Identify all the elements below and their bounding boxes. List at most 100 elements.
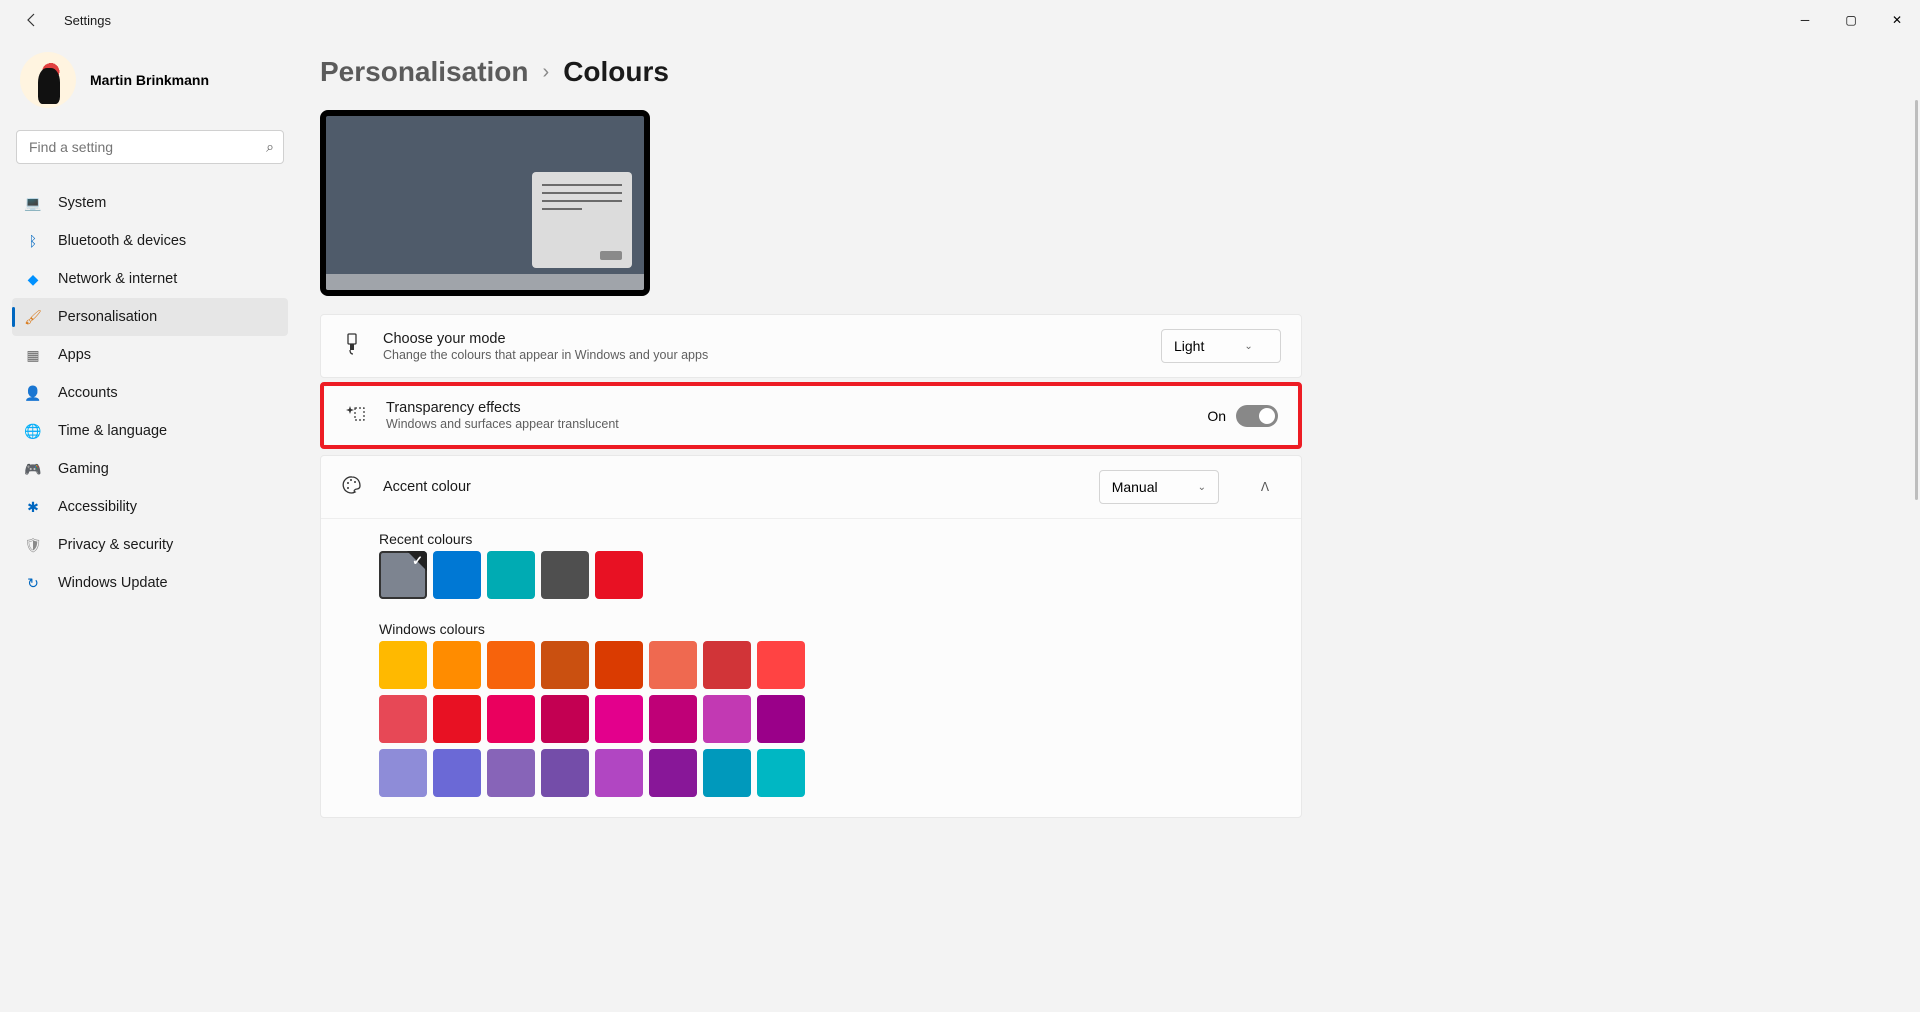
minimize-button[interactable]: ─ (1782, 4, 1828, 36)
windows-swatch[interactable] (757, 749, 805, 797)
sidebar-item-accessibility[interactable]: ✱ Accessibility (12, 488, 288, 526)
breadcrumb-parent[interactable]: Personalisation (320, 56, 529, 88)
windows-swatch[interactable] (487, 695, 535, 743)
nav-label: Gaming (58, 461, 109, 477)
sidebar-item-system[interactable]: 💻 System (12, 184, 288, 222)
close-button[interactable]: ✕ (1874, 4, 1920, 36)
windows-swatch[interactable] (595, 695, 643, 743)
transparency-toggle[interactable] (1236, 405, 1278, 427)
nav-icon: 👤 (24, 384, 42, 402)
search-box[interactable]: ⌕ (16, 130, 284, 164)
username: Martin Brinkmann (90, 72, 209, 88)
nav-icon: ᛒ (24, 232, 42, 250)
collapse-button[interactable]: ᐱ (1249, 471, 1281, 503)
windows-swatch[interactable] (541, 695, 589, 743)
nav-icon: 🛡 (24, 536, 42, 554)
windows-swatch[interactable] (703, 641, 751, 689)
sidebar-item-network-internet[interactable]: ◆ Network & internet (12, 260, 288, 298)
windows-swatch[interactable] (379, 641, 427, 689)
nav-icon: ✱ (24, 498, 42, 516)
mode-title: Choose your mode (383, 331, 1141, 347)
sidebar-item-privacy-security[interactable]: 🛡 Privacy & security (12, 526, 288, 564)
sidebar-item-windows-update[interactable]: ↻Windows Update (12, 564, 288, 602)
sidebar: Martin Brinkmann ⌕ 💻 System ᛒBluetooth & d… (0, 40, 300, 1012)
windows-swatch[interactable] (487, 749, 535, 797)
sidebar-item-personalisation[interactable]: 🖌 Personalisation (12, 298, 288, 336)
accent-title: Accent colour (383, 479, 1079, 495)
page-title: Colours (563, 56, 669, 88)
windows-swatch[interactable] (703, 695, 751, 743)
mode-select[interactable]: Light ⌄ (1161, 329, 1281, 363)
recent-swatch[interactable] (433, 551, 481, 599)
nav-icon: ◆ (24, 270, 42, 288)
nav-list: 💻 System ᛒBluetooth & devices ◆ Network & in… (12, 184, 288, 602)
sidebar-item-gaming[interactable]: 🎮 Gaming (12, 450, 288, 488)
mode-value: Light (1174, 338, 1204, 354)
windows-swatch[interactable] (541, 749, 589, 797)
desktop-preview (320, 110, 650, 296)
mode-desc: Change the colours that appear in Window… (383, 348, 1141, 362)
nav-label: Privacy & security (58, 537, 173, 553)
windows-swatch[interactable] (487, 641, 535, 689)
windows-colours-grid (379, 641, 857, 797)
chevron-down-icon: ⌄ (1244, 341, 1252, 352)
nav-icon: 🖌 (24, 308, 42, 326)
titlebar: Settings ─ ▢ ✕ (0, 0, 1920, 40)
recent-colours-row (379, 551, 857, 599)
window-title: Settings (64, 13, 111, 28)
maximize-button[interactable]: ▢ (1828, 4, 1874, 36)
palette-icon (341, 475, 363, 500)
nav-icon: 💻 (24, 194, 42, 212)
transparency-desc: Windows and surfaces appear translucent (386, 417, 1187, 431)
brush-icon (341, 333, 363, 360)
recent-colours-label: Recent colours (379, 531, 1243, 547)
transparency-title: Transparency effects (386, 400, 1187, 416)
windows-swatch[interactable] (703, 749, 751, 797)
windows-swatch[interactable] (757, 695, 805, 743)
nav-label: Time & language (58, 423, 167, 439)
nav-label: Network & internet (58, 271, 177, 287)
recent-swatch[interactable] (541, 551, 589, 599)
windows-swatch[interactable] (757, 641, 805, 689)
sparkle-icon (344, 403, 366, 428)
recent-swatch[interactable] (379, 551, 427, 599)
nav-label: Accessibility (58, 499, 137, 515)
nav-label: System (58, 195, 106, 211)
windows-swatch[interactable] (379, 749, 427, 797)
breadcrumb: Personalisation › Colours (320, 56, 1880, 88)
sidebar-item-apps[interactable]: ▦Apps (12, 336, 288, 374)
nav-icon: 🌐 (24, 422, 42, 440)
accent-value: Manual (1112, 479, 1158, 495)
recent-swatch[interactable] (487, 551, 535, 599)
sidebar-item-accounts[interactable]: 👤 Accounts (12, 374, 288, 412)
recent-swatch[interactable] (595, 551, 643, 599)
main-content: Personalisation › Colours Choose your mo… (300, 40, 1920, 1012)
choose-mode-card: Choose your mode Change the colours that… (320, 314, 1302, 378)
nav-icon: 🎮 (24, 460, 42, 478)
nav-label: Windows Update (58, 575, 168, 591)
windows-swatch[interactable] (595, 641, 643, 689)
nav-label: Accounts (58, 385, 118, 401)
windows-swatch[interactable] (433, 641, 481, 689)
profile[interactable]: Martin Brinkmann (12, 40, 288, 130)
windows-swatch[interactable] (379, 695, 427, 743)
nav-label: Personalisation (58, 309, 157, 325)
windows-swatch[interactable] (433, 749, 481, 797)
windows-swatch[interactable] (649, 695, 697, 743)
search-input[interactable] (16, 130, 284, 164)
chevron-down-icon: ⌄ (1198, 482, 1206, 493)
scrollbar[interactable] (1915, 100, 1918, 500)
windows-swatch[interactable] (649, 749, 697, 797)
accent-card: Accent colour Manual ⌄ ᐱ Recent colours … (320, 455, 1302, 818)
windows-swatch[interactable] (433, 695, 481, 743)
windows-swatch[interactable] (595, 749, 643, 797)
accent-select[interactable]: Manual ⌄ (1099, 470, 1219, 504)
back-button[interactable] (16, 4, 48, 36)
sidebar-item-bluetooth-devices[interactable]: ᛒBluetooth & devices (12, 222, 288, 260)
windows-swatch[interactable] (541, 641, 589, 689)
windows-colours-label: Windows colours (379, 621, 1243, 637)
nav-icon: ▦ (24, 346, 42, 364)
chevron-right-icon: › (543, 61, 550, 84)
windows-swatch[interactable] (649, 641, 697, 689)
sidebar-item-time-language[interactable]: 🌐 Time & language (12, 412, 288, 450)
